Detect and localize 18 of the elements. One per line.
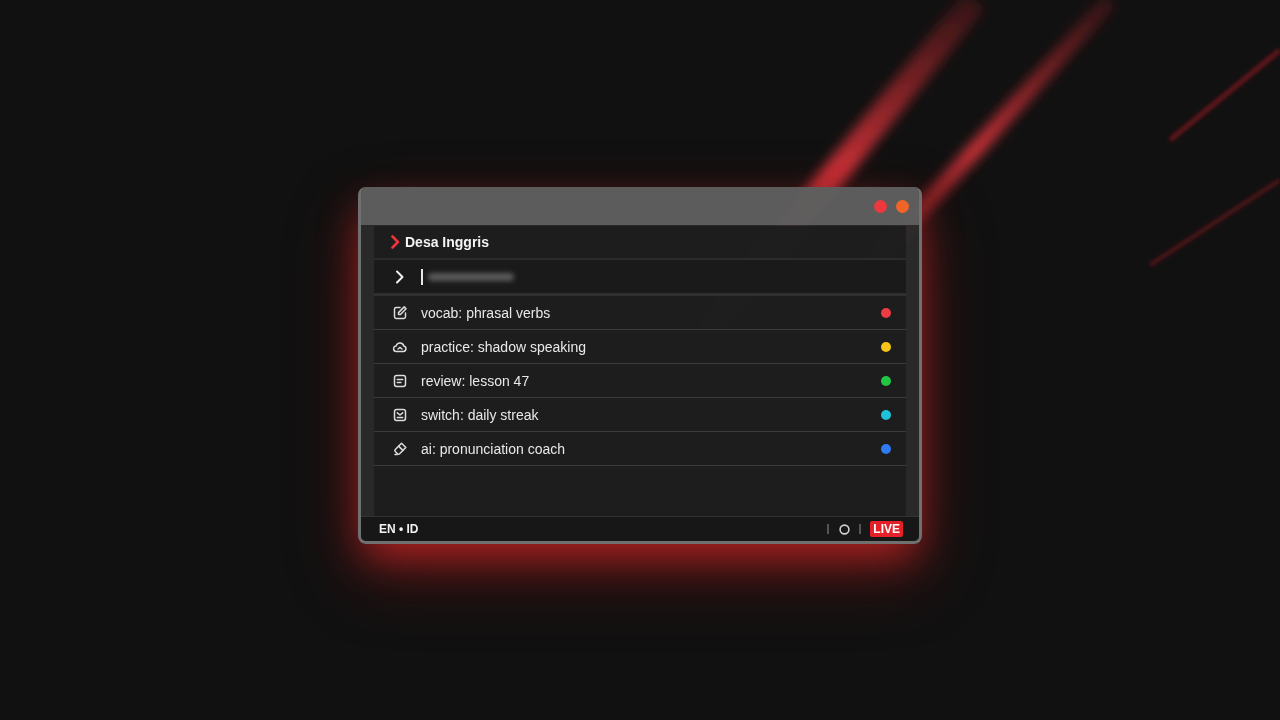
list-item[interactable]: vocab: phrasal verbs <box>374 296 906 330</box>
panel-title: Desa Inggris <box>405 234 490 250</box>
list-item[interactable]: review: lesson 47 <box>374 364 906 398</box>
list-item[interactable]: practice: shadow speaking <box>374 330 906 364</box>
edit-icon <box>392 304 408 321</box>
language-pair: EN • ID <box>379 522 419 536</box>
window-control-button[interactable] <box>896 199 909 213</box>
live-badge: LIVE <box>870 521 903 537</box>
ring-icon <box>839 523 851 535</box>
chevron-icon <box>395 269 404 284</box>
chevron-square-icon <box>392 406 408 423</box>
eraser-icon <box>392 440 408 457</box>
command-input[interactable] <box>374 260 906 296</box>
note-icon <box>392 372 408 389</box>
list-item[interactable]: switch: daily streak <box>374 398 906 432</box>
chevron-icon <box>390 235 400 249</box>
list-item[interactable]: ai: pronunciation coach <box>374 432 906 466</box>
window-control-button[interactable] <box>874 199 887 213</box>
